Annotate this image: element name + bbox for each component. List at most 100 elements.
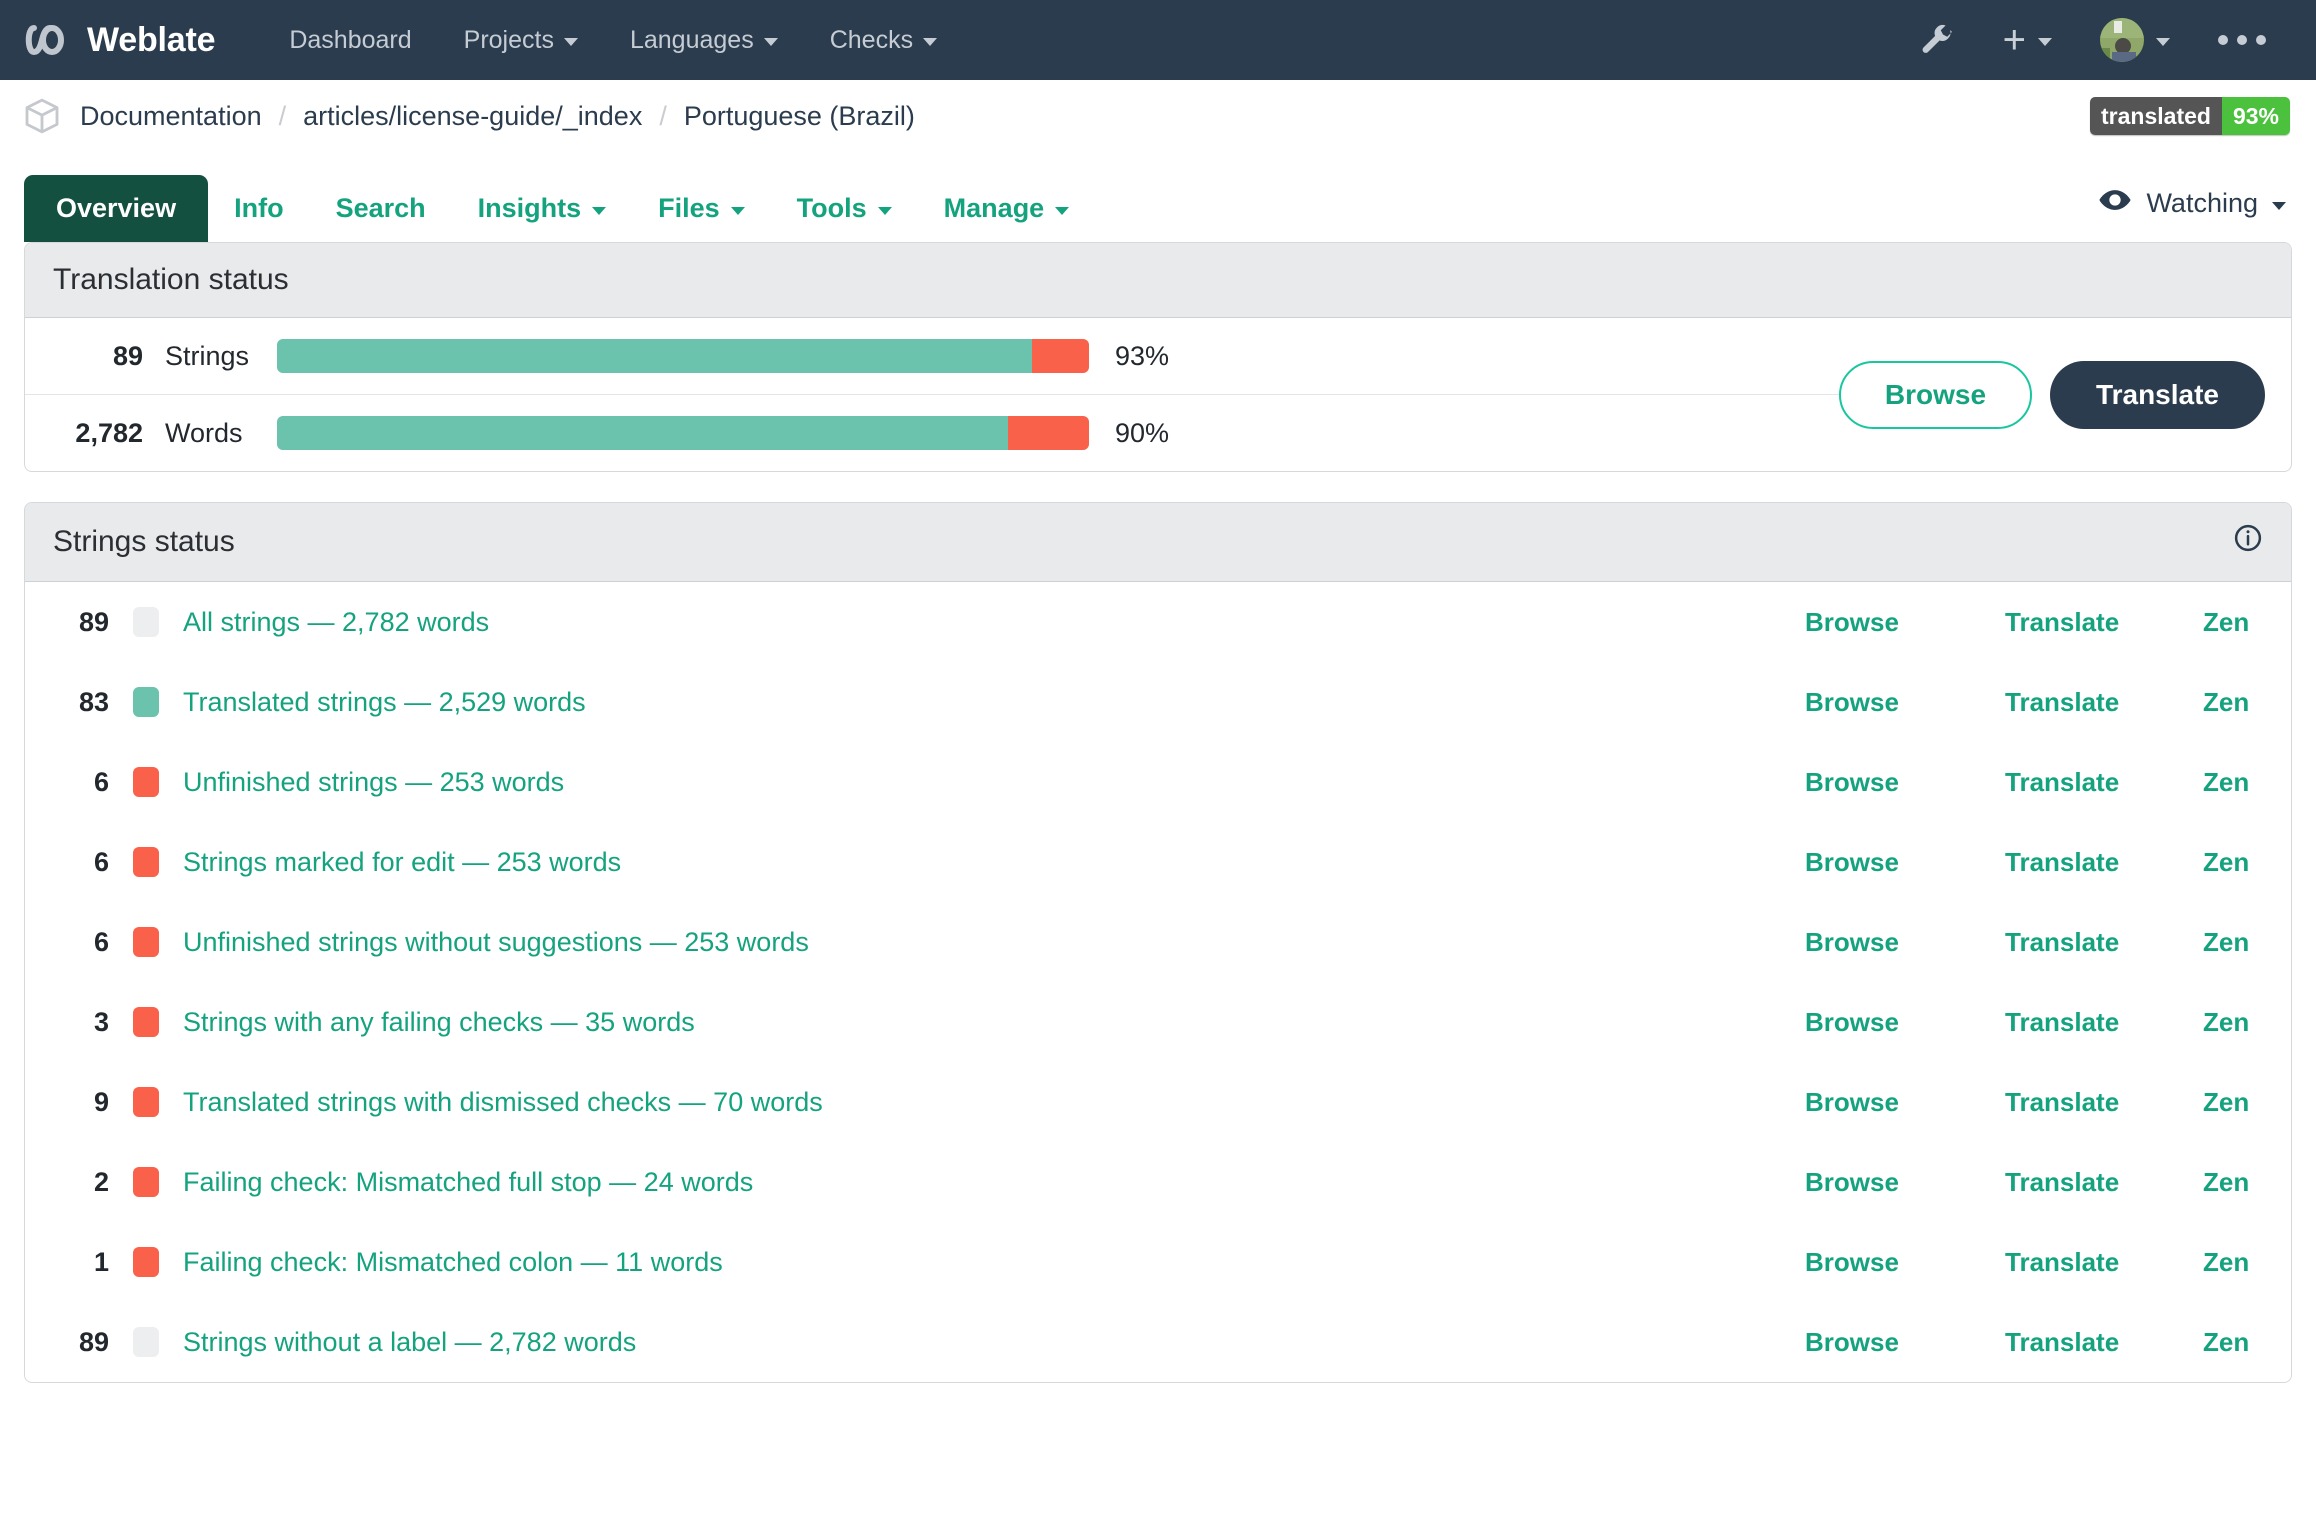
row-label-link[interactable]: Unfinished strings without suggestions —… [183, 927, 809, 958]
strings-progress-bar [277, 339, 1089, 373]
translation-status-header: Translation status [25, 243, 2291, 318]
tab-search[interactable]: Search [310, 175, 452, 242]
row-translate-link[interactable]: Translate [2005, 767, 2203, 798]
row-label-link[interactable]: All strings — 2,782 words [183, 607, 489, 638]
tab-files[interactable]: Files [632, 175, 771, 242]
row-label-link[interactable]: Strings with any failing checks — 35 wor… [183, 1007, 695, 1038]
row-translate-link[interactable]: Translate [2005, 927, 2203, 958]
user-menu-button[interactable] [2076, 0, 2194, 80]
tab-insights[interactable]: Insights [452, 175, 633, 242]
row-zen-link[interactable]: Zen [2203, 1247, 2265, 1278]
table-row: 6 Unfinished strings — 253 words Browse … [25, 742, 2291, 822]
table-row: 6 Strings marked for edit — 253 words Br… [25, 822, 2291, 902]
panel-title: Translation status [53, 263, 289, 297]
row-browse-link[interactable]: Browse [1805, 767, 2005, 798]
table-row: 89 Strings without a label — 2,782 words… [25, 1302, 2291, 1382]
row-zen-link[interactable]: Zen [2203, 1007, 2265, 1038]
row-label-link[interactable]: Strings marked for edit — 253 words [183, 847, 621, 878]
row-translate-link[interactable]: Translate [2005, 1327, 2203, 1358]
tab-tools[interactable]: Tools [771, 175, 918, 242]
row-zen-link[interactable]: Zen [2203, 1167, 2265, 1198]
info-circle-icon[interactable] [2233, 523, 2263, 561]
row-zen-link[interactable]: Zen [2203, 847, 2265, 878]
breadcrumb-item-component[interactable]: articles/license-guide/_index [303, 101, 642, 132]
tools-menu-button[interactable] [1895, 0, 1979, 80]
translation-status-row-words: 2,782 Words 90% [25, 394, 1839, 471]
chevron-down-icon [592, 207, 606, 215]
more-menu-button[interactable] [2194, 0, 2290, 80]
table-row: 2 Failing check: Mismatched full stop — … [25, 1142, 2291, 1222]
row-count: 83 [25, 687, 109, 718]
row-zen-link[interactable]: Zen [2203, 1087, 2265, 1118]
avatar [2100, 18, 2144, 62]
row-browse-link[interactable]: Browse [1805, 1167, 2005, 1198]
watching-dropdown[interactable]: Watching [2092, 165, 2292, 242]
tab-label: Info [234, 193, 283, 224]
row-label-link[interactable]: Translated strings — 2,529 words [183, 687, 586, 718]
strings-status-panel: Strings status 89 All strings — 2,782 wo… [24, 502, 2292, 1383]
row-zen-link[interactable]: Zen [2203, 927, 2265, 958]
nav-item-languages[interactable]: Languages [604, 0, 804, 80]
browse-button[interactable]: Browse [1839, 361, 2032, 429]
row-swatch [133, 1087, 159, 1117]
row-zen-link[interactable]: Zen [2203, 607, 2265, 638]
row-swatch [133, 1167, 159, 1197]
strings-count: 89 [25, 341, 165, 372]
tab-bar: Overview Info Search Insights Files Tool… [0, 152, 2316, 242]
brand-home-link[interactable]: Weblate [22, 16, 215, 64]
row-swatch [133, 847, 159, 877]
chevron-down-icon [878, 207, 892, 215]
row-swatch [133, 1247, 159, 1277]
row-label-link[interactable]: Strings without a label — 2,782 words [183, 1327, 636, 1358]
tab-label: Manage [944, 193, 1045, 224]
row-translate-link[interactable]: Translate [2005, 1087, 2203, 1118]
row-translate-link[interactable]: Translate [2005, 1167, 2203, 1198]
row-browse-link[interactable]: Browse [1805, 927, 2005, 958]
breadcrumb-item-documentation[interactable]: Documentation [80, 101, 262, 132]
tab-manage[interactable]: Manage [918, 175, 1096, 242]
row-actions: Browse Translate Zen [1805, 1247, 2291, 1278]
translation-status-rows: 89 Strings 93% 2,782 Words 90% [25, 318, 1839, 471]
row-translate-link[interactable]: Translate [2005, 1247, 2203, 1278]
row-browse-link[interactable]: Browse [1805, 847, 2005, 878]
wrench-icon [1919, 22, 1955, 58]
breadcrumb-item-language[interactable]: Portuguese (Brazil) [684, 101, 915, 132]
row-translate-link[interactable]: Translate [2005, 847, 2203, 878]
row-browse-link[interactable]: Browse [1805, 1247, 2005, 1278]
row-actions: Browse Translate Zen [1805, 1167, 2291, 1198]
table-row: 83 Translated strings — 2,529 words Brow… [25, 662, 2291, 742]
row-browse-link[interactable]: Browse [1805, 687, 2005, 718]
nav-item-label: Projects [464, 0, 554, 80]
row-label-link[interactable]: Failing check: Mismatched full stop — 24… [183, 1167, 753, 1198]
row-label-link[interactable]: Failing check: Mismatched colon — 11 wor… [183, 1247, 723, 1278]
row-swatch [133, 927, 159, 957]
row-label-link[interactable]: Translated strings with dismissed checks… [183, 1087, 823, 1118]
tab-overview[interactable]: Overview [24, 175, 208, 242]
row-translate-link[interactable]: Translate [2005, 687, 2203, 718]
row-zen-link[interactable]: Zen [2203, 1327, 2265, 1358]
row-zen-link[interactable]: Zen [2203, 687, 2265, 718]
row-browse-link[interactable]: Browse [1805, 1087, 2005, 1118]
translation-status-row-strings: 89 Strings 93% [25, 318, 1839, 394]
row-browse-link[interactable]: Browse [1805, 1327, 2005, 1358]
table-row: 89 All strings — 2,782 words Browse Tran… [25, 582, 2291, 662]
row-actions: Browse Translate Zen [1805, 847, 2291, 878]
row-browse-link[interactable]: Browse [1805, 1007, 2005, 1038]
tab-info[interactable]: Info [208, 175, 309, 242]
nav-item-dashboard[interactable]: Dashboard [263, 0, 437, 80]
nav-item-checks[interactable]: Checks [804, 0, 963, 80]
words-count: 2,782 [25, 418, 165, 449]
strings-status-header: Strings status [25, 503, 2291, 582]
chevron-down-icon [923, 38, 937, 46]
progress-segment-unfinished [1008, 416, 1089, 450]
panel-title: Strings status [53, 525, 235, 559]
row-zen-link[interactable]: Zen [2203, 767, 2265, 798]
translate-button[interactable]: Translate [2050, 361, 2265, 429]
watching-label: Watching [2146, 188, 2258, 219]
row-translate-link[interactable]: Translate [2005, 1007, 2203, 1038]
nav-item-projects[interactable]: Projects [438, 0, 604, 80]
add-menu-button[interactable]: + [1979, 0, 2076, 80]
row-label-link[interactable]: Unfinished strings — 253 words [183, 767, 564, 798]
row-browse-link[interactable]: Browse [1805, 607, 2005, 638]
row-translate-link[interactable]: Translate [2005, 607, 2203, 638]
